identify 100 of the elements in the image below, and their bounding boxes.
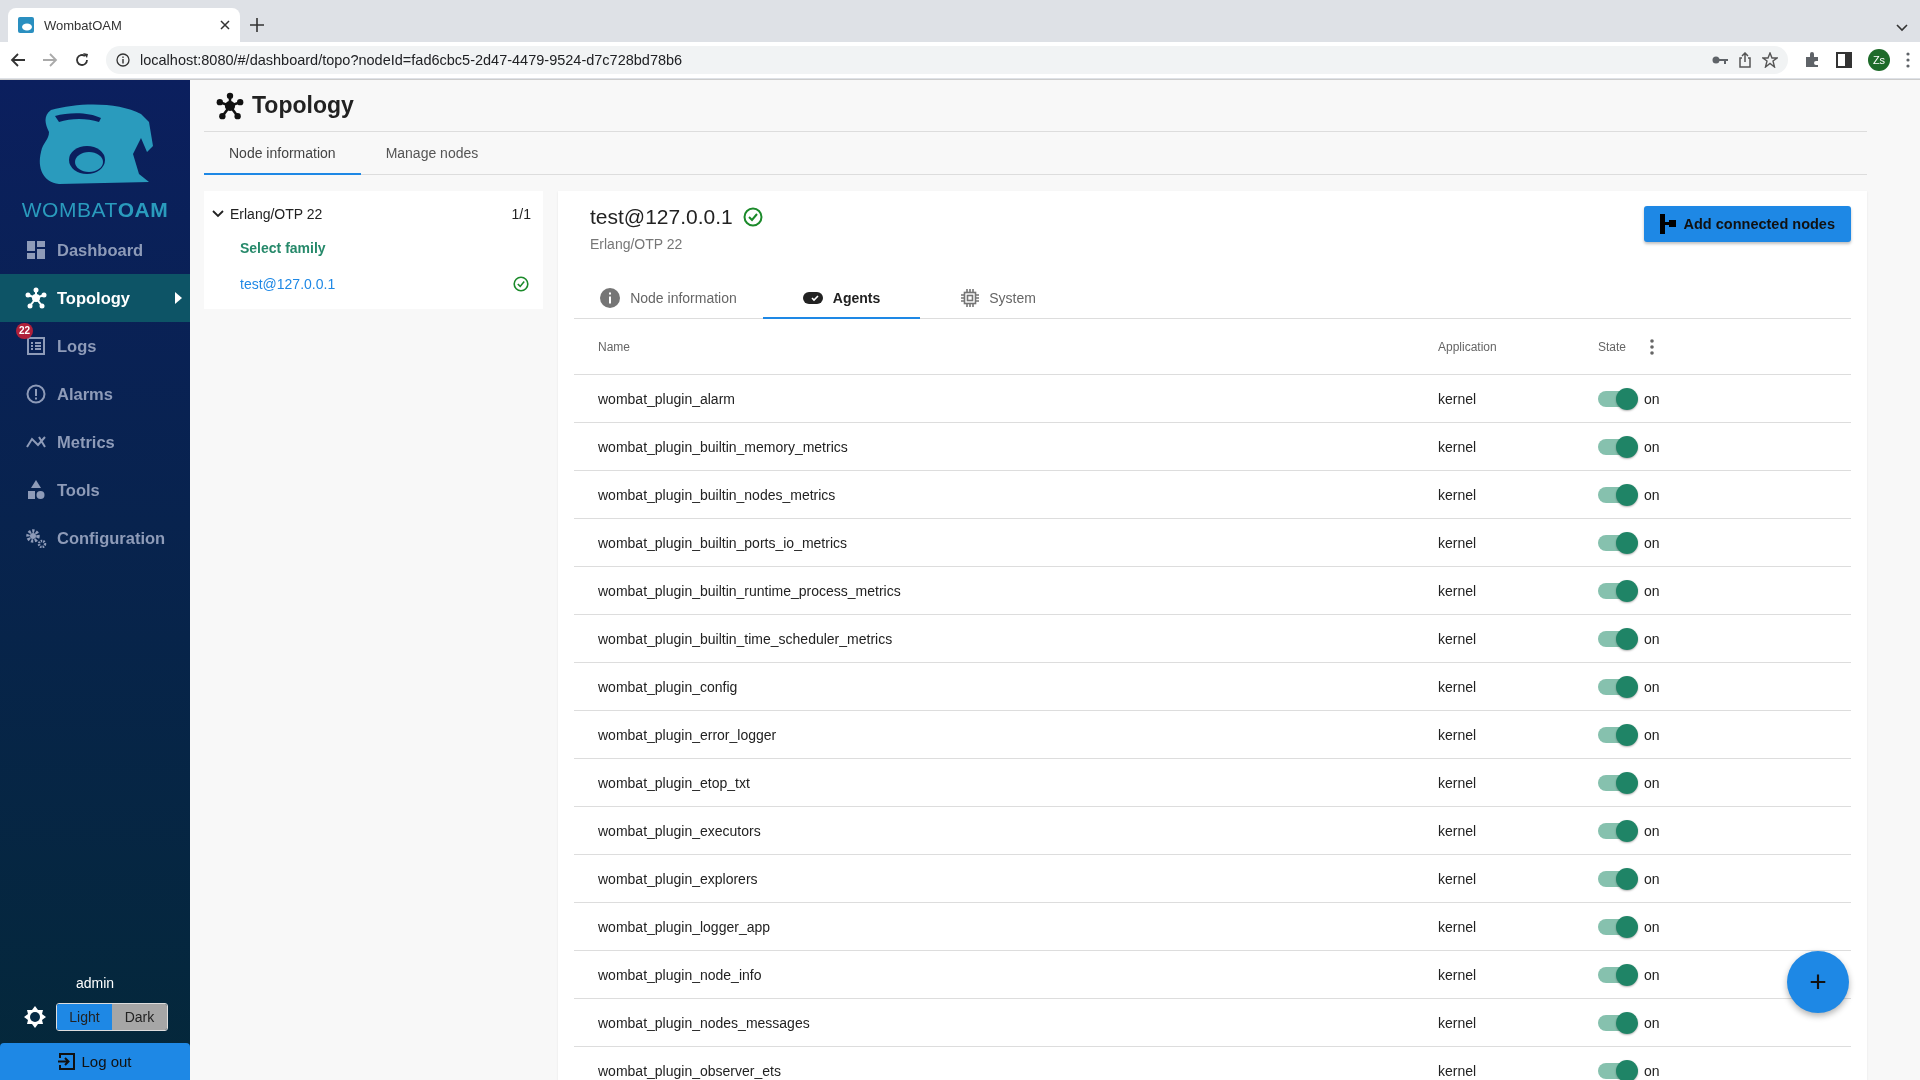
node-tab[interactable]: Node information xyxy=(574,278,763,319)
select-family-link[interactable]: Select family xyxy=(240,240,326,256)
table-cell-text: kernel xyxy=(1438,582,1478,599)
state-label: on xyxy=(1644,918,1660,935)
state-label: on xyxy=(1644,582,1660,599)
theme-option[interactable]: Light xyxy=(57,1004,112,1030)
table-cell-text: wombat_plugin_config xyxy=(597,678,739,695)
user-name: admin xyxy=(74,975,116,991)
tab-title: WombatOAM xyxy=(44,17,123,33)
column-header: State xyxy=(1598,339,1627,354)
reload-icon[interactable] xyxy=(74,52,90,68)
back-icon[interactable] xyxy=(10,52,26,68)
nav-item[interactable]: Topology xyxy=(0,274,190,322)
table-cell-text: kernel xyxy=(1438,486,1478,503)
info-icon xyxy=(116,53,130,67)
logout-button[interactable]: Log out xyxy=(0,1043,190,1080)
side-panel-icon[interactable] xyxy=(1836,52,1852,68)
toggle-switch[interactable] xyxy=(1598,1014,1636,1031)
table-cell-text: wombat_plugin_error_logger xyxy=(597,726,778,743)
table-cell-text: kernel xyxy=(1438,1014,1478,1031)
shapes-icon xyxy=(27,480,45,500)
toggle-switch[interactable] xyxy=(1598,390,1636,407)
table-cell-text: kernel xyxy=(1438,726,1478,743)
column-header: Name xyxy=(597,339,631,354)
add-connected-nodes-button[interactable]: Add connected nodes xyxy=(1643,206,1851,242)
count-badge: 22 xyxy=(16,323,34,339)
nav-item[interactable]: Alarms xyxy=(0,370,190,418)
toggle-switch[interactable] xyxy=(1598,726,1636,743)
nav-item[interactable]: Configuration xyxy=(0,514,190,562)
more-icon[interactable] xyxy=(1906,52,1910,68)
toggle-switch[interactable] xyxy=(1598,966,1636,983)
node-subtitle: Erlang/OTP 22 xyxy=(590,236,684,252)
table-cell-text: kernel xyxy=(1438,774,1478,791)
state-label: on xyxy=(1644,1014,1660,1031)
toggle-switch[interactable] xyxy=(1598,534,1636,551)
chevron-down-icon[interactable] xyxy=(1896,24,1908,32)
key-icon[interactable] xyxy=(1712,55,1728,65)
state-label: on xyxy=(1644,438,1660,455)
table-cell-text: kernel xyxy=(1438,822,1478,839)
table-cell-text: wombat_plugin_nodes_messages xyxy=(597,1014,811,1031)
table-cell-text: wombat_plugin_etop_txt xyxy=(597,774,751,791)
toggle-switch[interactable] xyxy=(1598,582,1636,599)
table-cell-text: kernel xyxy=(1438,438,1478,455)
nav-item[interactable]: Metrics xyxy=(0,418,190,466)
page-tab[interactable]: Node information xyxy=(204,132,361,175)
puzzle-icon[interactable] xyxy=(1804,52,1820,68)
more-icon[interactable] xyxy=(1650,338,1655,355)
toggle-switch[interactable] xyxy=(1598,630,1636,647)
table-cell-text: wombat_plugin_alarm xyxy=(597,390,736,407)
toggle-switch[interactable] xyxy=(1598,1062,1636,1079)
logout-icon xyxy=(58,1053,76,1070)
page-tab[interactable]: Manage nodes xyxy=(360,132,504,175)
share-icon[interactable] xyxy=(1738,52,1752,68)
table-cell-text: wombat_plugin_builtin_runtime_process_metrics xyxy=(597,582,902,599)
toggle-switch[interactable] xyxy=(1598,822,1636,839)
state-label: on xyxy=(1644,774,1660,791)
list-icon xyxy=(27,337,45,355)
toggle-switch[interactable] xyxy=(1598,774,1636,791)
nav-item[interactable]: Dashboard xyxy=(0,226,190,274)
table-cell-text: wombat_plugin_builtin_memory_metrics xyxy=(597,438,849,455)
toggle-switch[interactable] xyxy=(1598,918,1636,935)
page-title: Topology xyxy=(252,92,354,119)
theme-option[interactable]: Dark xyxy=(112,1004,167,1030)
toggle-switch[interactable] xyxy=(1598,438,1636,455)
url-text: localhost:8080/#/dashboard/topo?nodeId=fad6cbc5-2d47-4479-9524-d7c728bd78b6 xyxy=(140,52,684,68)
table-cell-text: kernel xyxy=(1438,966,1478,983)
table-cell-text: wombat_plugin_builtin_ports_io_metrics xyxy=(597,534,849,551)
state-label: on xyxy=(1644,534,1660,551)
new-tab-icon[interactable] xyxy=(250,18,264,32)
node-link[interactable]: test@127.0.0.1 xyxy=(240,276,336,292)
toggle-switch[interactable] xyxy=(1598,870,1636,887)
table-cell-text: wombat_plugin_builtin_time_scheduler_metrics xyxy=(597,630,894,647)
node-tab[interactable]: System xyxy=(920,278,1077,319)
nav-item[interactable]: Tools xyxy=(0,466,190,514)
node-tab[interactable]: Agents xyxy=(763,278,920,319)
address-bar[interactable]: localhost:8080/#/dashboard/topo?nodeId=fad6cbc5-2d47-4479-9524-d7c728bd78b6 xyxy=(106,46,1788,74)
state-label: on xyxy=(1644,966,1660,983)
profile-avatar[interactable]: Zs xyxy=(1868,49,1890,71)
table-cell-text: wombat_plugin_builtin_nodes_metrics xyxy=(597,486,837,503)
star-icon[interactable] xyxy=(1762,52,1778,68)
table-cell-text: kernel xyxy=(1438,390,1478,407)
hierarchy-icon xyxy=(1659,214,1676,234)
state-label: on xyxy=(1644,822,1660,839)
node-name: test@127.0.0.1 xyxy=(590,205,733,229)
column-header: Application xyxy=(1438,339,1498,354)
toggle-switch[interactable] xyxy=(1598,486,1636,503)
caret-right-icon xyxy=(175,292,182,304)
info-icon xyxy=(600,287,621,308)
trend-icon xyxy=(26,435,46,449)
state-label: on xyxy=(1644,870,1660,887)
family-label[interactable]: Erlang/OTP 22 xyxy=(230,206,323,222)
state-label: on xyxy=(1644,1062,1660,1079)
chevron-down-icon[interactable] xyxy=(212,208,224,220)
gears-icon xyxy=(25,528,47,548)
toggle-icon xyxy=(802,291,823,304)
toggle-switch[interactable] xyxy=(1598,678,1636,695)
nav-item[interactable]: 22 Logs xyxy=(0,322,190,370)
state-label: on xyxy=(1644,726,1660,743)
browser-tab[interactable]: WombatOAM xyxy=(8,8,240,42)
close-icon[interactable] xyxy=(220,20,230,30)
